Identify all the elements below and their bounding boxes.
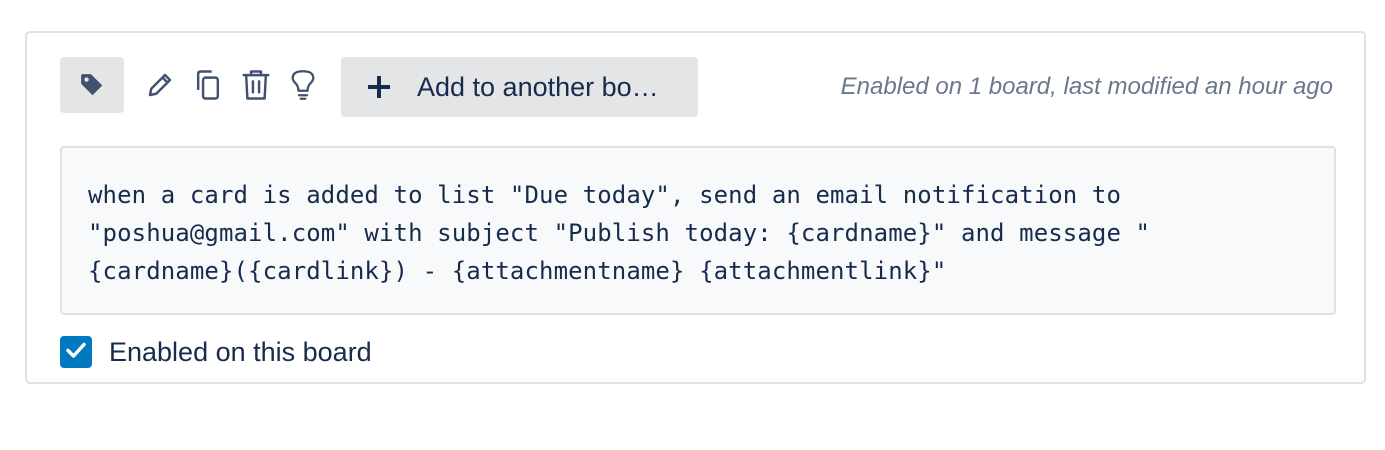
pencil-icon [145,70,175,100]
lightbulb-icon [289,69,317,101]
butler-rule-card: Add to another bo… Enabled on 1 board, l… [25,31,1366,384]
delete-button[interactable] [239,67,273,103]
plus-icon [367,75,391,99]
tag-button[interactable] [60,57,124,113]
enabled-label: Enabled on this board [109,336,372,367]
checkmark-icon [65,339,87,366]
copy-icon [193,69,223,101]
trash-icon [241,69,271,101]
add-button-label: Add to another bo… [417,71,659,102]
rule-toolbar: Add to another bo… Enabled on 1 board, l… [60,57,1364,117]
enabled-toggle-row: Enabled on this board [60,335,372,369]
copy-button[interactable] [191,67,225,103]
add-to-another-board-button[interactable]: Add to another bo… [341,57,698,117]
idea-button[interactable] [286,67,320,103]
enabled-checkbox[interactable] [60,336,92,368]
rule-description-text: when a card is added to list "Due today"… [88,181,1151,285]
rule-status-text: Enabled on 1 board, last modified an hou… [840,73,1333,100]
edit-button[interactable] [143,67,177,103]
rule-description-box: when a card is added to list "Due today"… [60,146,1336,315]
tag-icon [79,72,105,98]
